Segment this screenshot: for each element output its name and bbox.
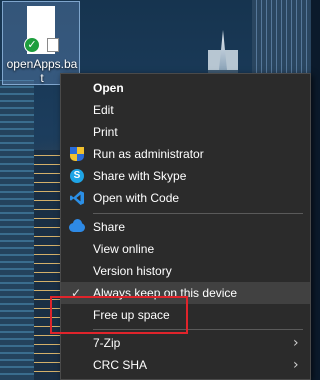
annotation-highlight-box bbox=[50, 296, 188, 334]
menu-item-label: Share with Skype bbox=[93, 169, 187, 183]
file-type-icon bbox=[47, 38, 59, 52]
menu-item-open[interactable]: Open bbox=[61, 77, 310, 99]
menu-item-view-online[interactable]: View online bbox=[61, 238, 310, 260]
skype-icon: S bbox=[69, 168, 85, 184]
menu-item-label: Print bbox=[93, 125, 118, 139]
uac-shield-icon bbox=[69, 146, 85, 162]
menu-item-share-skype[interactable]: S Share with Skype bbox=[61, 165, 310, 187]
vscode-icon bbox=[69, 190, 85, 206]
menu-item-label: Run as administrator bbox=[93, 147, 204, 161]
menu-item-label: Share bbox=[93, 220, 126, 234]
menu-item-version-history[interactable]: Version history bbox=[61, 260, 310, 282]
sync-status-icon: ✓ bbox=[24, 37, 40, 53]
menu-item-label: Open bbox=[93, 81, 124, 95]
building bbox=[34, 150, 60, 380]
submenu-arrow-icon: › bbox=[293, 357, 299, 373]
menu-item-print[interactable]: Print bbox=[61, 121, 310, 143]
menu-separator bbox=[93, 213, 303, 214]
menu-item-label: CRC SHA bbox=[93, 358, 148, 372]
menu-item-edit[interactable]: Edit bbox=[61, 99, 310, 121]
menu-item-share[interactable]: Share bbox=[61, 216, 310, 238]
menu-item-label: 7-Zip bbox=[93, 336, 121, 350]
menu-item-label: View online bbox=[93, 242, 155, 256]
menu-item-label: Edit bbox=[93, 103, 114, 117]
building bbox=[0, 80, 34, 380]
onedrive-cloud-icon bbox=[69, 219, 85, 235]
menu-item-crc-sha[interactable]: CRC SHA › bbox=[61, 354, 310, 376]
menu-item-run-as-admin[interactable]: Run as administrator bbox=[61, 143, 310, 165]
menu-item-label: Version history bbox=[93, 264, 172, 278]
menu-item-open-with-code[interactable]: Open with Code bbox=[61, 187, 310, 209]
menu-item-label: Open with Code bbox=[93, 191, 180, 205]
submenu-arrow-icon: › bbox=[293, 335, 299, 351]
menu-item-7zip[interactable]: 7-Zip › bbox=[61, 332, 310, 354]
